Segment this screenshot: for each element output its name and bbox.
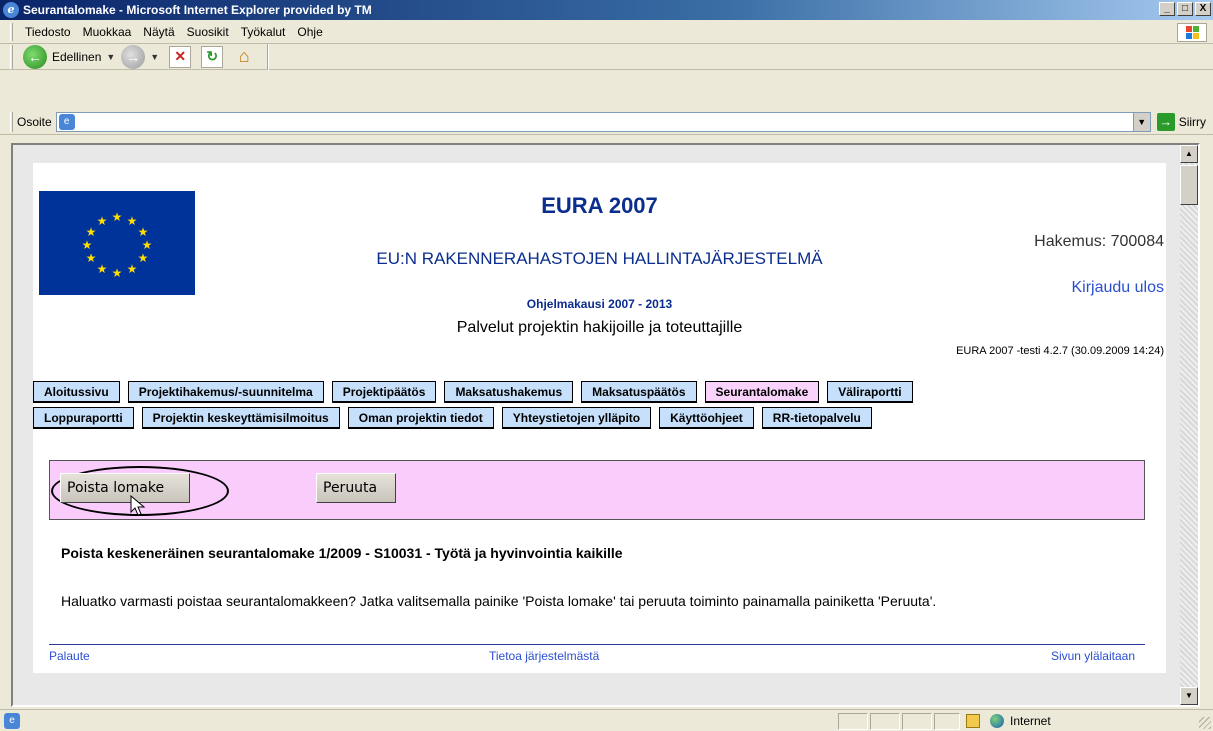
window-controls: _ □ X — [1159, 2, 1211, 16]
status-bar: e Internet — [0, 709, 1213, 731]
mouse-cursor-icon — [130, 495, 146, 516]
windows-flag-icon — [1177, 23, 1207, 42]
minimize-button[interactable]: _ — [1159, 2, 1175, 16]
action-panel: Poista lomake Peruuta — [49, 460, 1145, 520]
nav-aloitussivu[interactable]: Aloitussivu — [33, 381, 120, 403]
menu-bar: Tiedosto Muokkaa Näytä Suosikit Työkalut… — [0, 20, 1213, 44]
resize-grip-icon[interactable] — [1199, 717, 1211, 729]
back-arrow-icon[interactable]: ← — [23, 44, 47, 69]
go-button[interactable]: → Siirry — [1156, 112, 1206, 131]
svg-text:★: ★ — [138, 225, 149, 239]
menu-edit[interactable]: Muokkaa — [77, 25, 138, 39]
page-title: EURA 2007 — [541, 193, 658, 218]
nav-projektihakemus[interactable]: Projektihakemus/-suunnitelma — [127, 381, 324, 403]
nav-keskeyttamisilmoitus[interactable]: Projektin keskeyttämisilmoitus — [141, 407, 340, 429]
delete-form-button[interactable]: Poista lomake — [60, 473, 190, 503]
program-period: Ohjelmakausi 2007 - 2013 — [526, 297, 673, 311]
nav-kayttoohjeet[interactable]: Käyttöohjeet — [659, 407, 754, 429]
back-button-label[interactable]: Edellinen — [52, 50, 101, 64]
status-cell — [870, 713, 900, 730]
ie-logo-icon: e — [3, 2, 19, 18]
status-cell — [902, 713, 932, 730]
page-subtitle: EU:N RAKENNERAHASTOJEN HALLINTAJÄRJESTEL… — [376, 249, 823, 268]
nav-maksatushakemus[interactable]: Maksatushakemus — [444, 381, 574, 403]
status-cell — [838, 713, 868, 730]
go-arrow-icon[interactable]: → — [1156, 112, 1175, 131]
page-icon: e — [58, 113, 75, 130]
refresh-icon[interactable]: ↻ — [201, 45, 224, 68]
scroll-thumb[interactable] — [1180, 165, 1198, 205]
back-dropdown-icon[interactable]: ▼ — [106, 52, 115, 62]
address-label: Osoite — [17, 114, 52, 129]
menu-help[interactable]: Ohje — [291, 25, 328, 39]
nav-row-2: Loppuraportti Projektin keskeyttämisilmo… — [33, 407, 872, 429]
address-input[interactable]: e ▼ — [55, 111, 1151, 132]
nav-rr-tietopalvelu[interactable]: RR-tietopalvelu — [761, 407, 872, 429]
forward-arrow-icon[interactable]: → — [121, 44, 146, 69]
lock-icon — [966, 714, 980, 728]
address-dropdown-icon[interactable]: ▼ — [1132, 112, 1150, 131]
menu-favorites[interactable]: Suosikit — [181, 25, 235, 39]
navigation-toolbar: ← Edellinen ▼ → ▼ ✕ ↻ ⌂ — [0, 43, 1213, 70]
zone-label: Internet — [1010, 714, 1051, 728]
menubar-grip[interactable] — [10, 22, 13, 41]
nav-maksatuspaatos[interactable]: Maksatuspäätös — [581, 381, 697, 403]
title-bar: e Seurantalomake - Microsoft Internet Ex… — [0, 0, 1213, 20]
nav-row-1: Aloitussivu Projektihakemus/-suunnitelma… — [33, 381, 913, 403]
go-label[interactable]: Siirry — [1179, 115, 1206, 129]
forward-dropdown-icon[interactable]: ▼ — [150, 52, 159, 62]
window-title: Seurantalomake - Microsoft Internet Expl… — [23, 3, 372, 17]
scroll-up-icon[interactable]: ▲ — [1180, 145, 1198, 163]
application-number: Hakemus: 700084 — [1034, 233, 1164, 250]
nav-seurantalomake[interactable]: Seurantalomake — [704, 381, 820, 403]
menu-file[interactable]: Tiedosto — [19, 25, 77, 39]
svg-text:★: ★ — [86, 225, 97, 239]
stop-icon[interactable]: ✕ — [169, 45, 192, 68]
logout-link[interactable]: Kirjaudu ulos — [1072, 279, 1165, 297]
delete-heading: Poista keskeneräinen seurantalomake 1/20… — [61, 545, 623, 561]
address-bar: Osoite e ▼ → Siirry — [0, 109, 1213, 135]
nav-yhteystiedot[interactable]: Yhteystietojen ylläpito — [501, 407, 652, 429]
nav-oman-projektin-tiedot[interactable]: Oman projektin tiedot — [347, 407, 494, 429]
delete-confirmation-text: Haluatko varmasti poistaa seurantalomakk… — [61, 593, 937, 609]
system-info-link[interactable]: Tietoa järjestelmästä — [489, 649, 599, 663]
status-cell — [934, 713, 960, 730]
nav-projektipaatos[interactable]: Projektipäätös — [331, 381, 437, 403]
page-status-icon: e — [4, 713, 20, 729]
close-button[interactable]: X — [1195, 2, 1211, 16]
version-info: EURA 2007 -testi 4.2.7 (30.09.2009 14:24… — [956, 345, 1164, 357]
page-top-link[interactable]: Sivun ylälaitaan — [1051, 649, 1135, 663]
vertical-scrollbar[interactable]: ▲ ▼ — [1180, 145, 1198, 705]
content-viewport: ▲ ▼ ★ ★ ★ ★ ★ ★ ★ ★ ★ ★ ★ ★ EURA 2007 EU:N RAKEN… — [11, 143, 1200, 707]
home-icon[interactable]: ⌂ — [233, 46, 255, 68]
services-heading: Palvelut projektin hakijoille ja toteutt… — [456, 319, 743, 336]
addressbar-grip[interactable] — [10, 111, 13, 132]
toolbar-grip[interactable] — [10, 44, 13, 69]
nav-valiraportti[interactable]: Väliraportti — [827, 381, 913, 403]
scroll-down-icon[interactable]: ▼ — [1180, 687, 1198, 705]
cancel-button[interactable]: Peruuta — [316, 473, 396, 503]
menu-view[interactable]: Näytä — [137, 25, 180, 39]
toolbar-separator — [267, 43, 270, 70]
internet-zone-icon — [990, 714, 1004, 728]
nav-loppuraportti[interactable]: Loppuraportti — [33, 407, 134, 429]
footer-divider — [49, 644, 1145, 645]
page: ★ ★ ★ ★ ★ ★ ★ ★ ★ ★ ★ ★ EURA 2007 EU:N RAKENNERA… — [33, 163, 1166, 673]
menu-tools[interactable]: Työkalut — [235, 25, 292, 39]
maximize-button[interactable]: □ — [1177, 2, 1193, 16]
feedback-link[interactable]: Palaute — [49, 649, 90, 663]
